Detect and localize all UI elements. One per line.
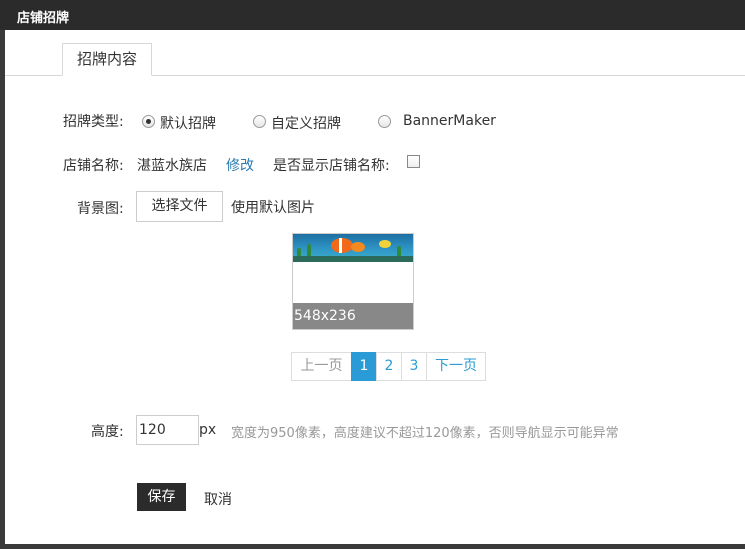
store-name-value: 湛蓝水族店 [137, 158, 207, 174]
edit-store-name-link[interactable]: 修改 [226, 155, 254, 175]
dialog-titlebar: 店铺招牌 [0, 0, 745, 30]
page-2-button[interactable]: 2 [376, 352, 402, 381]
thumbnail-size-caption: 548x236 [293, 303, 413, 329]
height-input[interactable] [136, 415, 199, 445]
radio-default-sign[interactable] [142, 115, 155, 128]
page-3-button[interactable]: 3 [401, 352, 427, 381]
height-label: 高度: [91, 424, 124, 440]
background-label: 背景图: [77, 201, 124, 217]
show-store-name-label: 是否显示店铺名称: [273, 158, 390, 174]
tab-sign-content[interactable]: 招牌内容 [62, 43, 152, 76]
store-name-label: 店铺名称: [63, 158, 124, 174]
radio-bannermaker-label[interactable]: BannerMaker [403, 113, 496, 129]
prev-page-button[interactable]: 上一页 [291, 352, 352, 381]
show-store-name-checkbox[interactable] [407, 155, 420, 168]
radio-bannermaker[interactable] [378, 115, 391, 128]
height-hint: 宽度为950像素，高度建议不超过120像素，否则导航显示可能异常 [231, 426, 619, 441]
radio-default-sign-label[interactable]: 默认招牌 [160, 113, 216, 133]
dialog-body: 招牌内容 招牌类型: 默认招牌 自定义招牌 BannerMaker 店铺名称: … [5, 30, 745, 544]
radio-custom-sign[interactable] [253, 115, 266, 128]
cancel-button[interactable]: 取消 [204, 489, 232, 509]
default-image-text: 使用默认图片 [231, 200, 315, 216]
radio-custom-sign-label[interactable]: 自定义招牌 [271, 113, 341, 133]
save-button[interactable]: 保存 [137, 483, 186, 511]
choose-file-button[interactable]: 选择文件 [136, 191, 223, 222]
thumbnail-image [293, 234, 413, 262]
background-thumbnail[interactable]: 548x236 [292, 233, 414, 330]
height-unit: px [199, 422, 217, 438]
sign-type-label: 招牌类型: [63, 114, 124, 130]
next-page-button[interactable]: 下一页 [426, 352, 486, 381]
thumbnail-pagination: 上一页 1 2 3 下一页 [291, 352, 486, 381]
page-1-button[interactable]: 1 [351, 352, 377, 381]
dialog-title: 店铺招牌 [17, 11, 70, 26]
